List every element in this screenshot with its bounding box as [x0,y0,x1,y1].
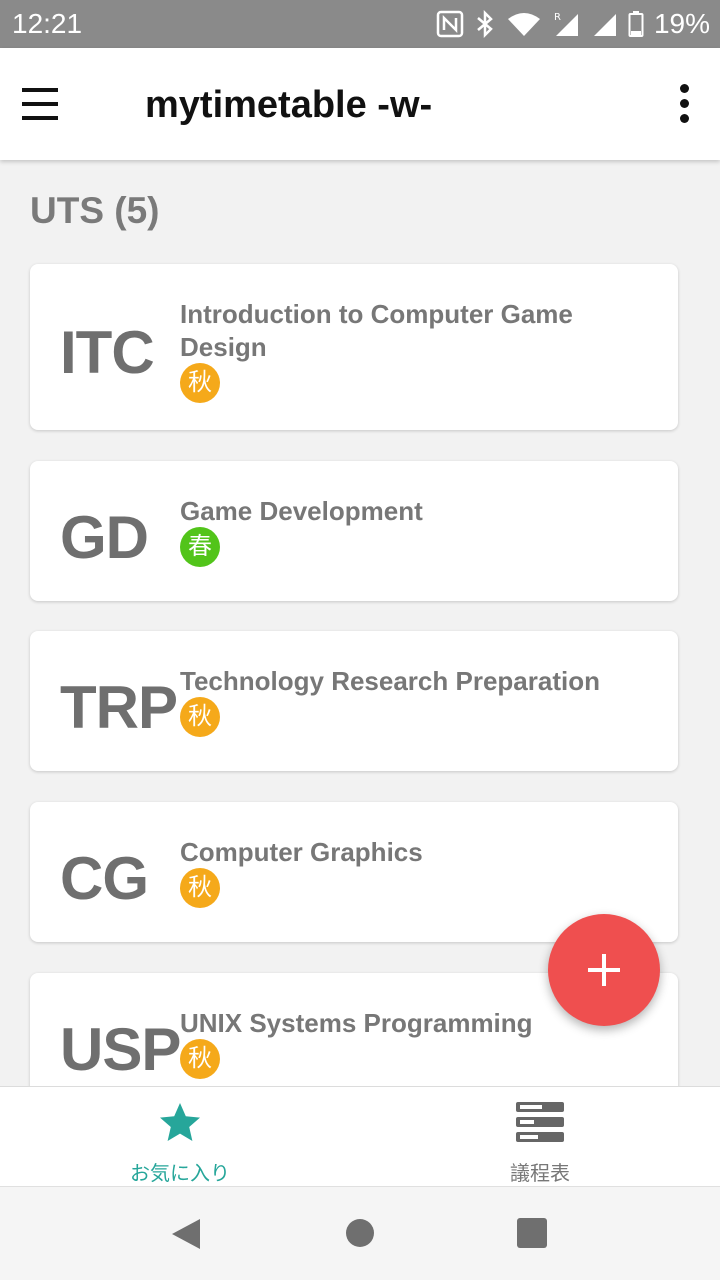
season-badge: 春 [180,527,220,567]
menu-icon[interactable] [18,82,62,126]
status-icons: R 19% [436,6,710,42]
battery-percentage: 19% [653,8,710,39]
nfc-icon [436,10,464,38]
section-title: UTS (5) [30,190,160,231]
wifi-icon [507,13,540,36]
plus-icon-vertical [602,954,606,986]
course-abbreviation: ITC [60,319,155,386]
app-title: mytimetable -w- [145,84,433,126]
course-abbreviation: CG [60,845,149,912]
status-time: 12:21 [12,8,83,39]
season-badge: 秋 [180,1039,220,1079]
svg-text:R: R [554,12,561,23]
system-navigation-bar [0,1186,720,1280]
course-name: Computer Graphics [180,837,423,867]
season-badge: 秋 [180,868,220,908]
star-icon [160,1103,200,1141]
recents-icon[interactable] [516,1217,548,1249]
nav-favorites-label: お気に入り [130,1163,230,1185]
app-bar: mytimetable -w- [0,48,720,160]
signal-icon [593,14,616,36]
home-icon[interactable] [344,1217,376,1249]
signal-roaming-icon: R [554,12,578,36]
season-badge: 秋 [180,697,220,737]
course-card[interactable]: GD Game Development 春 [30,461,678,601]
season-badge: 秋 [180,363,220,403]
course-name: Technology Research Preparation [180,666,600,696]
battery-icon [628,11,644,37]
course-abbreviation: TRP [60,674,178,741]
schedule-icon [516,1102,564,1142]
back-icon[interactable] [170,1217,202,1251]
course-name: Introduction to Computer Game Design [180,299,573,362]
nav-schedule[interactable]: 議程表 [360,1087,720,1187]
course-abbreviation: GD [60,504,149,571]
status-bar: 12:21 R 19% [0,0,720,48]
nav-favorites[interactable]: お気に入り [0,1087,360,1187]
course-card[interactable]: TRP Technology Research Preparation 秋 [30,631,678,771]
course-name: Game Development [180,496,423,526]
nav-schedule-label: 議程表 [510,1163,570,1185]
bottom-navigation: お気に入り 議程表 [0,1086,720,1186]
add-course-button[interactable] [548,914,660,1026]
more-options-icon[interactable] [674,84,694,124]
bluetooth-icon [477,10,493,38]
course-abbreviation: USP [60,1016,181,1083]
course-card[interactable]: ITC Introduction to Computer Game Design… [30,264,678,430]
